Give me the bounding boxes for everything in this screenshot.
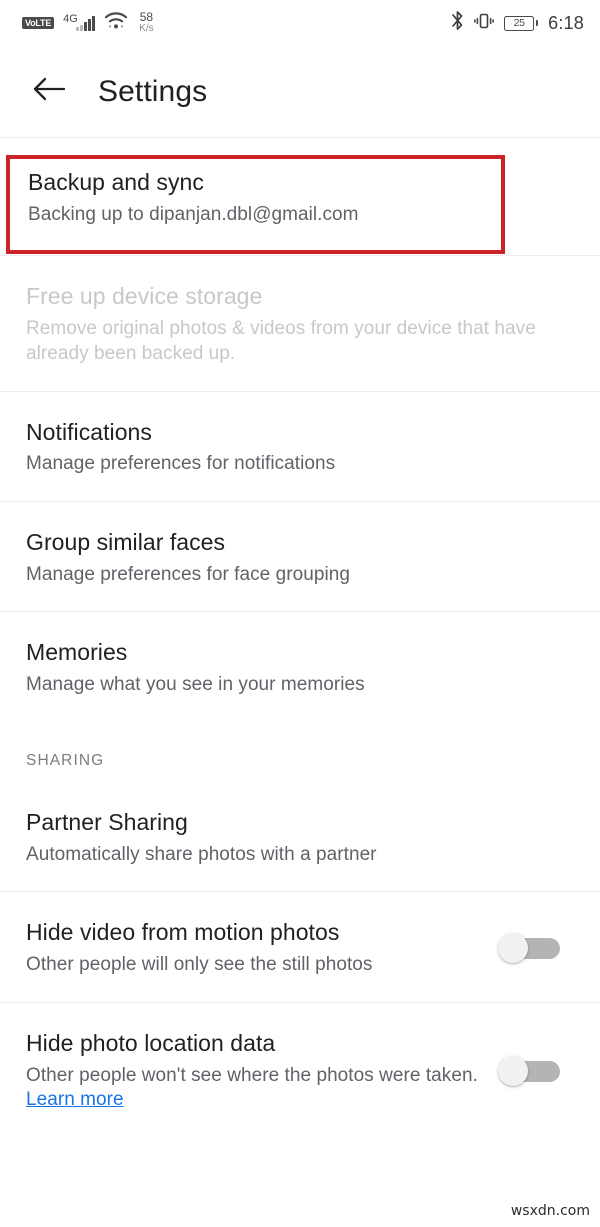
battery-level-label: 25: [513, 17, 525, 29]
setting-row-free-up-device-storage: Free up device storage Remove original p…: [0, 256, 600, 392]
toolbar: Settings: [0, 46, 600, 138]
status-bar: VoLTE 4G 58 K/s 25 6:18: [0, 0, 600, 46]
signal-bar: [80, 24, 84, 31]
wifi-icon: [104, 11, 128, 35]
setting-row-notifications[interactable]: Notifications Manage preferences for not…: [0, 392, 600, 502]
setting-subtitle: Manage preferences for notifications: [26, 453, 336, 475]
setting-title: Partner Sharing: [26, 808, 188, 835]
setting-subtitle: Other people won't see where the photos …: [26, 1064, 484, 1113]
cellular-signal-icon: 4G: [63, 12, 96, 31]
status-bar-right: 25 6:18: [451, 10, 584, 36]
signal-bar: [88, 18, 92, 31]
setting-title: Notifications: [26, 418, 152, 445]
section-header-sharing: SHARING: [26, 751, 105, 769]
setting-subtitle: Other people will only see the still pho…: [26, 954, 373, 976]
row-text: Partner Sharing Automatically share phot…: [26, 808, 576, 867]
toggle-knob: [498, 933, 528, 964]
setting-subtitle: Automatically share photos with a partne…: [26, 843, 377, 865]
battery-body: 25: [504, 15, 535, 31]
setting-row-partner-sharing[interactable]: Partner Sharing Automatically share phot…: [0, 782, 600, 893]
row-text: Notifications Manage preferences for not…: [26, 418, 576, 477]
signal-bar: [84, 21, 88, 31]
setting-row-memories[interactable]: Memories Manage what you see in your mem…: [0, 612, 600, 721]
row-text: Hide video from motion photos Other peop…: [26, 918, 484, 977]
network-generation-label: 4G: [63, 12, 78, 25]
status-bar-left: VoLTE 4G 58 K/s: [22, 11, 154, 34]
volte-icon: VoLTE: [22, 17, 55, 29]
network-speed-unit: K/s: [139, 23, 154, 35]
battery-icon: 25: [504, 15, 539, 31]
battery-tip: [535, 20, 539, 26]
setting-row-hide-video-from-motion-photos[interactable]: Hide video from motion photos Other peop…: [0, 892, 600, 1003]
setting-subtitle: Manage preferences for face grouping: [26, 563, 350, 585]
setting-subtitle: Backing up to dipanjan.dbl@gmail.com: [28, 203, 359, 225]
toggle-hide-video-from-motion-photos[interactable]: [498, 933, 560, 964]
setting-title: Hide video from motion photos: [26, 919, 340, 946]
row-text: Free up device storage Remove original p…: [26, 282, 576, 366]
setting-title: Backup and sync: [28, 169, 204, 195]
settings-screen: VoLTE 4G 58 K/s 25 6:18 Settings Backup …: [0, 0, 600, 1227]
setting-row-group-similar-faces[interactable]: Group similar faces Manage preferences f…: [0, 502, 600, 613]
setting-subtitle: Remove original photos & videos from you…: [26, 318, 536, 364]
signal-bar: [76, 26, 80, 31]
row-text: Memories Manage what you see in your mem…: [26, 638, 576, 697]
clock: 6:18: [548, 12, 584, 33]
row-text: Hide photo location data Other people wo…: [26, 1029, 484, 1113]
back-arrow-icon: [32, 75, 66, 108]
learn-more-link[interactable]: Learn more: [26, 1089, 124, 1110]
signal-bar: [92, 15, 96, 31]
setting-subtitle-text: Other people won't see where the photos …: [26, 1064, 478, 1086]
toggle-knob: [498, 1055, 528, 1086]
row-text: Backup and sync Backing up to dipanjan.d…: [28, 168, 576, 227]
setting-title: Free up device storage: [26, 283, 263, 310]
row-text: Group similar faces Manage preferences f…: [26, 528, 576, 587]
setting-row-backup-and-sync[interactable]: Backup and sync Backing up to dipanjan.d…: [0, 138, 600, 257]
setting-title: Memories: [26, 639, 128, 666]
bluetooth-icon: [451, 10, 464, 36]
setting-title: Group similar faces: [26, 529, 226, 555]
watermark: wsxdn.com: [510, 1203, 590, 1219]
settings-list: Backup and sync Backing up to dipanjan.d…: [0, 138, 600, 1137]
setting-title: Hide photo location data: [26, 1029, 276, 1056]
network-speed-indicator: 58 K/s: [139, 11, 153, 34]
toggle-hide-photo-location-data[interactable]: [498, 1055, 560, 1086]
page-title: Settings: [98, 74, 208, 108]
back-button[interactable]: [30, 73, 68, 111]
setting-row-hide-photo-location-data[interactable]: Hide photo location data Other people wo…: [0, 1003, 600, 1137]
setting-subtitle: Manage what you see in your memories: [26, 674, 365, 696]
vibrate-icon: [474, 11, 495, 36]
